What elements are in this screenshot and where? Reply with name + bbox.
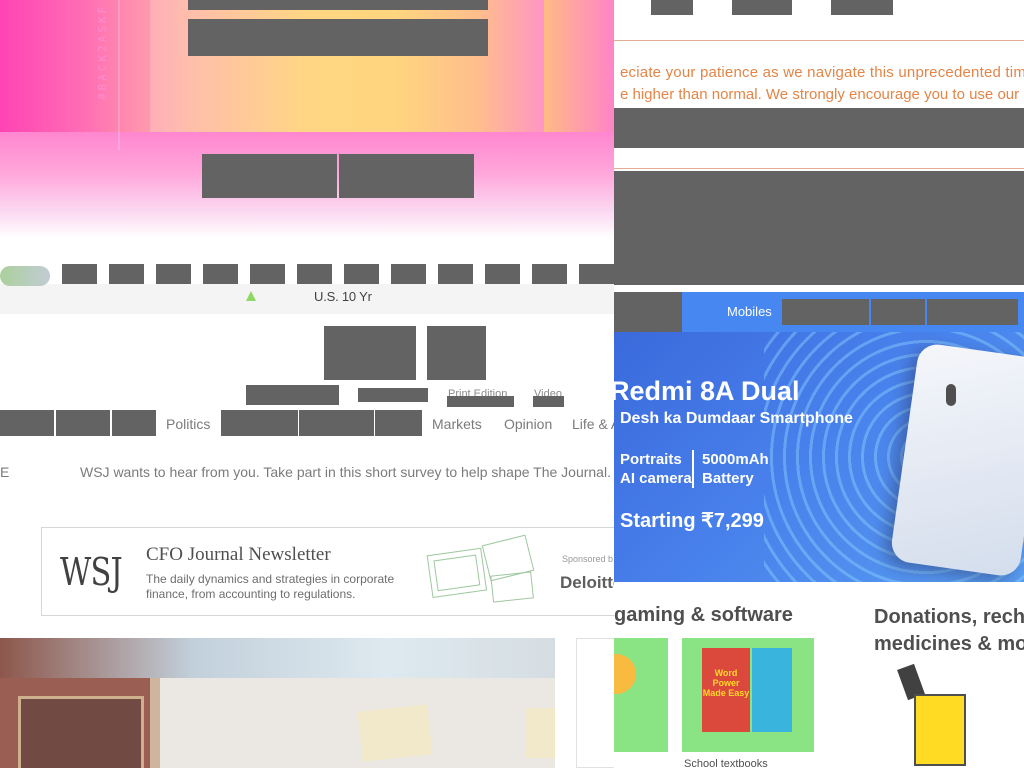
notice-line-2: e higher than normal. We strongly encour… bbox=[620, 86, 1020, 103]
card-donations[interactable]: Donations, rech medicines & mo bbox=[854, 582, 1024, 768]
redacted-link[interactable] bbox=[358, 388, 428, 402]
donation-box-icon bbox=[914, 694, 966, 766]
redacted-link[interactable] bbox=[447, 396, 514, 407]
redacted-logo[interactable] bbox=[427, 326, 486, 380]
up-arrow-icon bbox=[246, 291, 256, 301]
ticker-item[interactable] bbox=[532, 264, 567, 284]
redacted-nav[interactable] bbox=[732, 0, 792, 15]
market-ticker bbox=[0, 284, 614, 314]
book-cover bbox=[752, 648, 792, 732]
sponsor-label: Sponsored b bbox=[562, 554, 614, 564]
ticker-item[interactable] bbox=[109, 264, 144, 284]
ticker-item[interactable] bbox=[391, 264, 426, 284]
card-caption: School textbooks bbox=[684, 758, 768, 770]
nav-item-markets[interactable]: Markets bbox=[432, 416, 482, 432]
cfo-newsletter-ad[interactable]: WSJ CFO Journal Newsletter The daily dyn… bbox=[41, 527, 614, 616]
banner-feature-battery: 5000mAh Battery bbox=[692, 450, 769, 488]
ticker-item[interactable] bbox=[250, 264, 285, 284]
nav-item-life-arts[interactable]: Life & A bbox=[572, 416, 614, 432]
redacted-logo[interactable] bbox=[324, 326, 416, 380]
banner-feature-camera: Portraits AI camera bbox=[620, 451, 692, 487]
hero-vertical-text: #BACK2ASKF bbox=[96, 4, 109, 101]
ad-description: The daily dynamics and strategies in cor… bbox=[146, 572, 395, 601]
survey-prefix: E bbox=[0, 464, 10, 480]
redacted-nav[interactable] bbox=[651, 0, 693, 15]
notice-line-1: eciate your patience as we navigate this… bbox=[620, 64, 1024, 81]
redacted-nav[interactable] bbox=[927, 299, 1018, 325]
wsj-logo: WSJ bbox=[60, 550, 123, 594]
ticker-label[interactable]: U.S. 10 Yr bbox=[314, 289, 372, 304]
redacted-block bbox=[614, 108, 1024, 148]
nav-item[interactable] bbox=[0, 410, 54, 436]
ticker-item[interactable] bbox=[485, 264, 520, 284]
ticker-item[interactable] bbox=[579, 264, 614, 284]
card-gaming-software[interactable]: gaming & software Word Power Made Easy S… bbox=[614, 582, 834, 770]
divider bbox=[614, 168, 1024, 169]
camera-icon bbox=[946, 384, 956, 406]
nav-item[interactable] bbox=[221, 410, 298, 436]
ad-title: CFO Journal Newsletter bbox=[146, 544, 331, 565]
nav-item[interactable] bbox=[375, 410, 422, 436]
nav-item[interactable] bbox=[56, 410, 110, 436]
ticker-item[interactable] bbox=[438, 264, 473, 284]
ticker-item[interactable] bbox=[62, 264, 97, 284]
article-photo[interactable] bbox=[0, 638, 555, 768]
divider bbox=[614, 40, 1024, 41]
nav-item-politics[interactable]: Politics bbox=[166, 416, 210, 432]
ticker-item[interactable] bbox=[156, 264, 191, 284]
banner-price: Starting ₹7,299 bbox=[620, 510, 764, 532]
nav-item[interactable] bbox=[112, 410, 156, 436]
redacted-block[interactable] bbox=[188, 19, 488, 56]
redacted-button[interactable] bbox=[202, 154, 337, 198]
redacted-nav[interactable] bbox=[871, 299, 925, 325]
nav-item-mobiles[interactable]: Mobiles bbox=[727, 304, 772, 319]
ticker-item[interactable] bbox=[297, 264, 332, 284]
nav-item-opinion[interactable]: Opinion bbox=[504, 416, 552, 432]
nav-item[interactable] bbox=[299, 410, 374, 436]
redacted-button[interactable] bbox=[339, 154, 474, 198]
book-word-power: Word Power Made Easy bbox=[702, 648, 750, 732]
ticker-item[interactable] bbox=[203, 264, 238, 284]
redacted-nav[interactable] bbox=[831, 0, 893, 15]
redmi-promo-banner[interactable]: Redmi 8A Dual Desh ka Dumdaar Smartphone… bbox=[614, 332, 1024, 582]
redacted-block bbox=[614, 171, 1024, 285]
redacted-link[interactable] bbox=[246, 385, 339, 405]
redacted-link[interactable] bbox=[533, 396, 564, 407]
article-thumb[interactable] bbox=[576, 638, 614, 768]
redacted-block bbox=[188, 0, 488, 10]
ticker-item[interactable] bbox=[344, 264, 379, 284]
card-title: Donations, rech medicines & mo bbox=[874, 606, 1024, 655]
banner-headline: Redmi 8A Dual bbox=[614, 376, 800, 406]
ticker-logo-icon bbox=[0, 266, 50, 286]
card-title: gaming & software bbox=[614, 604, 793, 626]
banner-subhead: Desh ka Dumdaar Smartphone bbox=[620, 410, 853, 427]
books-illustration-icon bbox=[426, 534, 535, 603]
redacted-nav[interactable] bbox=[782, 299, 869, 325]
redacted-nav[interactable] bbox=[614, 292, 682, 332]
sponsor-logo: Deloitte bbox=[560, 573, 614, 592]
survey-banner[interactable]: WSJ wants to hear from you. Take part in… bbox=[80, 464, 614, 480]
